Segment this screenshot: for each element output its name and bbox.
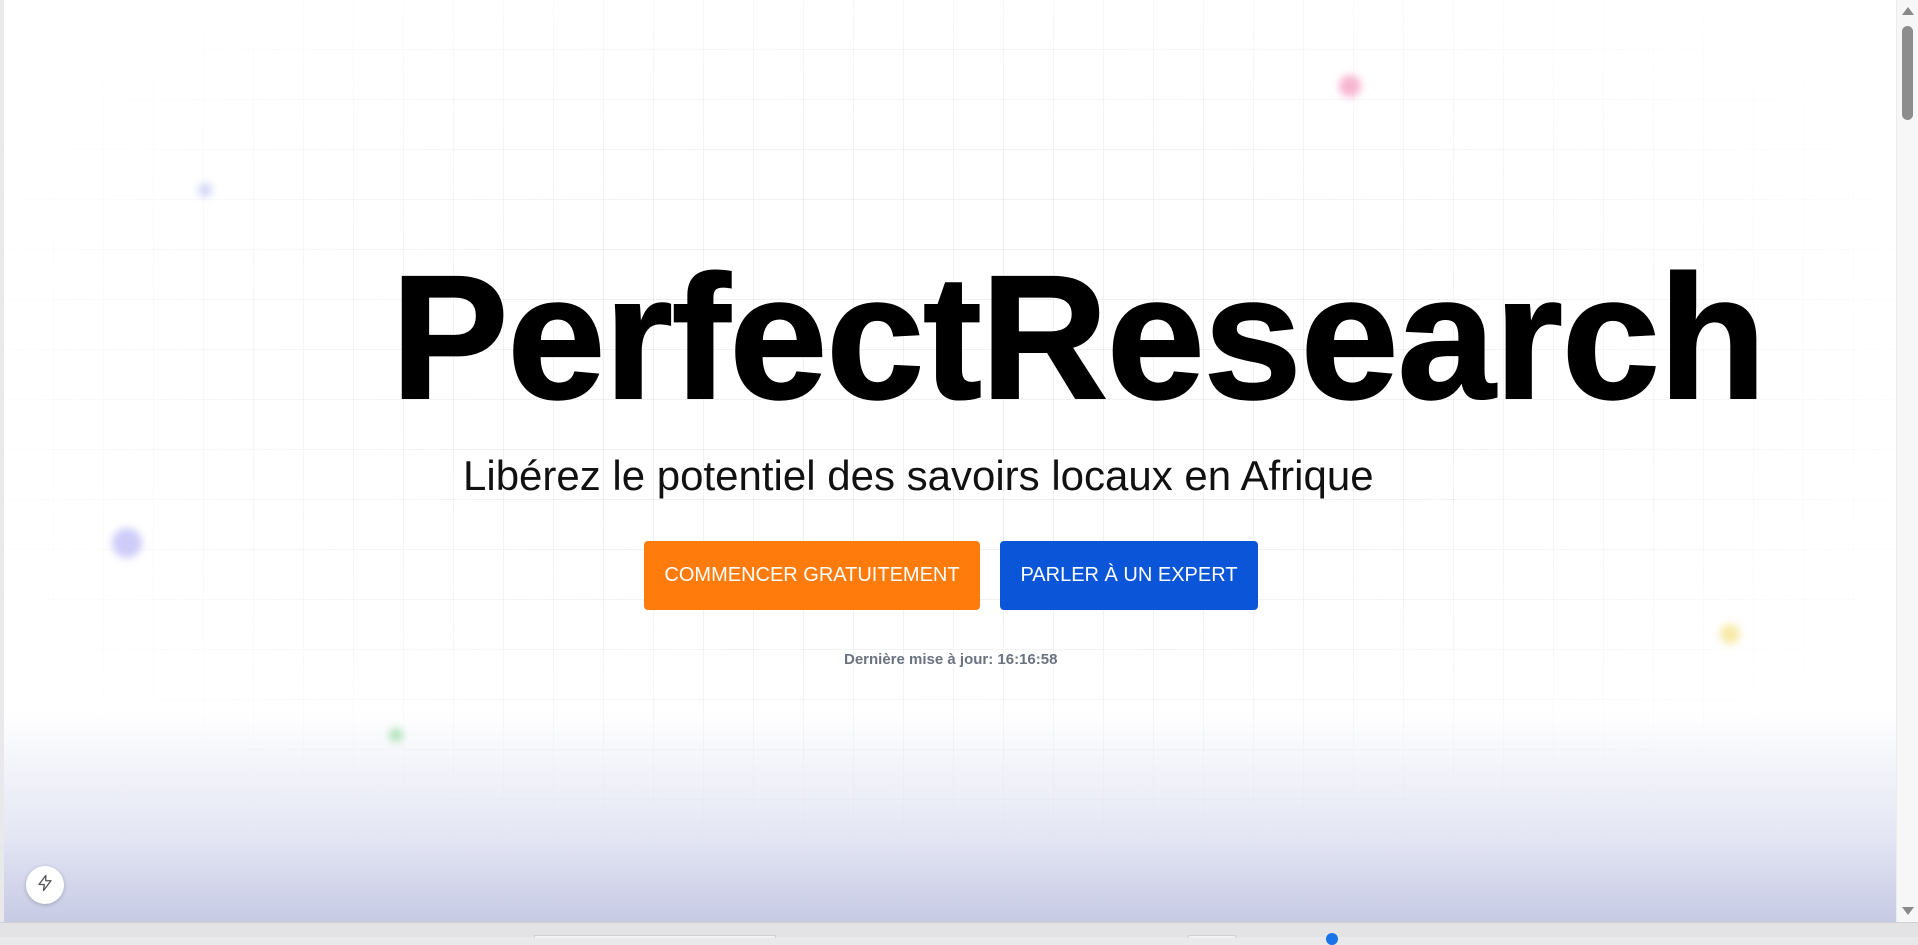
talk-to-expert-button[interactable]: PARLER À UN EXPERT: [1000, 541, 1258, 610]
bottom-gradient: [4, 712, 1896, 922]
scroll-thumb[interactable]: [1902, 26, 1913, 120]
hero-subtitle: Libérez le potentiel des savoirs locaux …: [463, 452, 1374, 499]
browser-bottom-bar: [0, 922, 1918, 945]
last-update-text: Dernière mise à jour: 16:16:58: [844, 651, 1058, 668]
lightning-icon: [36, 874, 54, 897]
status-indicator-icon: [1326, 933, 1338, 945]
scroll-down-icon[interactable]: [1902, 907, 1914, 915]
vertical-scrollbar[interactable]: [1896, 0, 1918, 922]
decorative-dot: [1339, 75, 1361, 97]
hero-title: PerfectResearch: [390, 240, 1767, 436]
page-viewport: PerfectResearch Libérez le potentiel des…: [4, 0, 1896, 922]
decorative-dot: [1720, 624, 1740, 644]
decorative-dot: [198, 183, 212, 197]
start-free-button[interactable]: COMMENCER GRATUITEMENT: [644, 541, 980, 610]
decorative-dot: [112, 528, 142, 558]
floating-action-button[interactable]: [26, 866, 64, 904]
decorative-dot: [389, 728, 403, 742]
scroll-up-icon[interactable]: [1902, 7, 1914, 15]
